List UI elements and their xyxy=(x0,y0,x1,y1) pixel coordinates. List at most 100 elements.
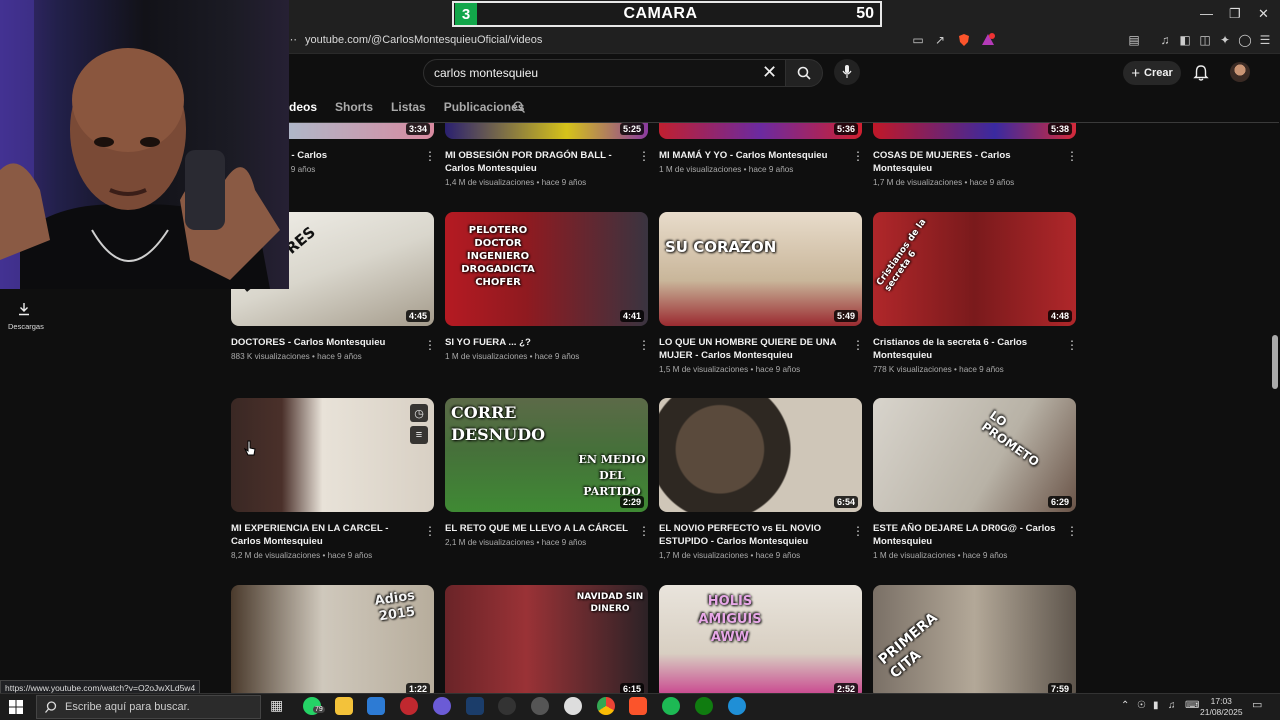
rewards-icon[interactable] xyxy=(980,32,996,48)
video-thumbnail[interactable]: 5:36 xyxy=(659,123,862,139)
search-input[interactable]: carlos montesquieu xyxy=(434,66,538,80)
channel-search-icon[interactable] xyxy=(513,101,525,113)
video-card[interactable]: Cristianos de la secreta 6 4:48 Cristian… xyxy=(873,212,1078,374)
chrome-icon[interactable] xyxy=(597,697,615,715)
vpn-icon[interactable]: ◯ xyxy=(1237,32,1253,48)
video-thumbnail[interactable]: PRIMERA CITA 7:59 xyxy=(873,585,1076,699)
more-options-icon[interactable]: ⋮ xyxy=(1066,150,1078,162)
tray-chevron-icon[interactable]: ⌃ xyxy=(1121,700,1129,711)
store-icon[interactable] xyxy=(367,697,385,715)
video-card[interactable]: LO PROMETO 6:29 ESTE AÑO DEJARE LA DR0G@… xyxy=(873,398,1078,560)
language-icon[interactable]: ⌨ xyxy=(1185,700,1199,711)
music-icon[interactable]: ♫ xyxy=(1157,32,1173,48)
video-thumbnail[interactable]: LO PROMETO 6:29 xyxy=(873,398,1076,512)
menu-icon[interactable]: ☰ xyxy=(1257,32,1273,48)
video-thumbnail[interactable]: NAVIDAD SIN DINERO 6:15 xyxy=(445,585,648,699)
windows-start-icon[interactable] xyxy=(9,700,23,714)
app-icon-g[interactable] xyxy=(498,697,516,715)
notifications-icon[interactable] xyxy=(1192,64,1210,82)
app-icon-gray[interactable] xyxy=(531,697,549,715)
video-thumbnail[interactable]: PELOTERO DOCTOR INGENIERO DROGADICTA CHO… xyxy=(445,212,648,326)
tab-videos[interactable]: deos xyxy=(289,100,317,114)
more-options-icon[interactable]: ⋮ xyxy=(638,525,650,537)
steam-icon[interactable] xyxy=(466,697,484,715)
create-button[interactable]: + Crear xyxy=(1123,61,1181,85)
volume-icon[interactable]: ♫ xyxy=(1168,700,1176,711)
video-card[interactable]: 5:36 MI MAMÁ Y YO - Carlos Montesquieu 1… xyxy=(659,123,864,174)
video-title[interactable]: MI MAMÁ Y YO - Carlos Montesquieu xyxy=(659,149,862,162)
video-thumbnail[interactable]: 5:25 xyxy=(445,123,648,139)
more-options-icon[interactable]: ⋮ xyxy=(1066,525,1078,537)
video-card[interactable]: 5:25 MI OBSESIÓN POR DRAGÓN BALL - Carlo… xyxy=(445,123,650,187)
more-options-icon[interactable]: ⋮ xyxy=(638,339,650,351)
downloads-label[interactable]: Descargas xyxy=(8,322,44,331)
file-explorer-icon[interactable] xyxy=(335,697,353,715)
url-field[interactable]: youtube.com/@CarlosMontesquieuOficial/vi… xyxy=(305,34,542,46)
video-title[interactable]: ESTE AÑO DEJARE LA DR0G@ - Carlos Montes… xyxy=(873,522,1076,548)
task-view-icon[interactable]: ▦ xyxy=(270,697,288,715)
mic-tray-icon[interactable]: ▮ xyxy=(1153,700,1159,711)
clock[interactable]: 17:03 21/08/2025 xyxy=(1200,696,1243,718)
clear-search-icon[interactable]: ✕ xyxy=(762,62,777,83)
add-to-queue-icon[interactable]: ≡ xyxy=(410,426,428,444)
restore-icon[interactable]: ❐ xyxy=(1229,6,1241,22)
video-title[interactable]: Cristianos de la secreta 6 - Carlos Mont… xyxy=(873,336,1076,362)
more-options-icon[interactable]: ⋮ xyxy=(638,150,650,162)
download-icon[interactable] xyxy=(17,302,31,316)
more-options-icon[interactable]: ⋮ xyxy=(424,339,436,351)
video-title[interactable]: MI EXPERIENCIA EN LA CARCEL - Carlos Mon… xyxy=(231,522,434,548)
app-icon-red[interactable] xyxy=(400,697,418,715)
more-options-icon[interactable]: ⋮ xyxy=(852,339,864,351)
obs-icon[interactable] xyxy=(564,697,582,715)
video-thumbnail[interactable]: Cristianos de la secreta 6 4:48 xyxy=(873,212,1076,326)
video-title[interactable]: EL NOVIO PERFECTO vs EL NOVIO ESTUPIDO -… xyxy=(659,522,862,548)
video-thumbnail[interactable]: 5:38 xyxy=(873,123,1076,139)
video-title[interactable]: COSAS DE MUJERES - Carlos Montesquieu xyxy=(873,149,1076,175)
more-options-icon[interactable]: ⋮ xyxy=(424,525,436,537)
more-options-icon[interactable]: ⋮ xyxy=(852,150,864,162)
video-card[interactable]: HOLIS AMIGUIS AWW 2:52 xyxy=(659,585,862,699)
avatar[interactable] xyxy=(1230,62,1250,82)
video-card[interactable]: PELOTERO DOCTOR INGENIERO DROGADICTA CHO… xyxy=(445,212,650,361)
taskbar-search[interactable]: Escribe aquí para buscar. xyxy=(36,695,261,719)
brave-icon[interactable] xyxy=(629,697,647,715)
video-thumbnail[interactable]: SU CORAZON 5:49 xyxy=(659,212,862,326)
video-thumbnail[interactable]: CORRE DESNUDO EN MEDIO DEL PARTIDO 2:29 xyxy=(445,398,648,512)
discord-icon[interactable] xyxy=(433,697,451,715)
video-card[interactable]: 6:54 EL NOVIO PERFECTO vs EL NOVIO ESTUP… xyxy=(659,398,864,560)
video-thumbnail[interactable]: ◷ ≡ xyxy=(231,398,434,512)
edge-icon[interactable] xyxy=(728,697,746,715)
video-title[interactable]: LO QUE UN HOMBRE QUIERE DE UNA MUJER - C… xyxy=(659,336,862,362)
video-card[interactable]: CORRE DESNUDO EN MEDIO DEL PARTIDO 2:29 … xyxy=(445,398,650,547)
network-icon[interactable]: ☉ xyxy=(1137,700,1146,711)
close-window-icon[interactable]: ✕ xyxy=(1258,6,1269,22)
scrollbar[interactable] xyxy=(1272,335,1278,389)
tab-listas[interactable]: Listas xyxy=(391,100,426,114)
wallet-icon[interactable]: ◫ xyxy=(1197,32,1213,48)
brave-shield-icon[interactable] xyxy=(956,32,972,48)
video-title[interactable]: DOCTORES - Carlos Montesquieu xyxy=(231,336,434,349)
tab-shorts[interactable]: Shorts xyxy=(335,100,373,114)
video-title[interactable]: MI OBSESIÓN POR DRAGÓN BALL - Carlos Mon… xyxy=(445,149,648,175)
more-options-icon[interactable]: ⋮ xyxy=(852,525,864,537)
sidebar-toggle-icon[interactable]: ◧ xyxy=(1177,32,1193,48)
video-thumbnail[interactable]: HOLIS AMIGUIS AWW 2:52 xyxy=(659,585,862,699)
cast-icon[interactable]: ▭ xyxy=(910,32,926,48)
voice-search-button[interactable] xyxy=(834,59,860,85)
video-card[interactable]: 5:38 COSAS DE MUJERES - Carlos Montesqui… xyxy=(873,123,1078,187)
spotify-icon[interactable] xyxy=(662,697,680,715)
video-card[interactable]: SU CORAZON 5:49 LO QUE UN HOMBRE QUIERE … xyxy=(659,212,864,374)
video-card[interactable]: NAVIDAD SIN DINERO 6:15 xyxy=(445,585,648,699)
reader-icon[interactable]: ▤ xyxy=(1126,32,1142,48)
minimize-icon[interactable]: — xyxy=(1200,6,1213,21)
share-icon[interactable]: ↗ xyxy=(932,32,948,48)
video-card[interactable]: PRIMERA CITA 7:59 xyxy=(873,585,1076,699)
video-title[interactable]: EL RETO QUE ME LLEVO A LA CÁRCEL xyxy=(445,522,648,535)
watch-later-icon[interactable]: ◷ xyxy=(410,404,428,422)
xbox-icon[interactable] xyxy=(695,697,713,715)
video-title[interactable]: SI YO FUERA ... ¿? xyxy=(445,336,648,349)
leo-ai-icon[interactable]: ✦ xyxy=(1217,32,1233,48)
search-button[interactable] xyxy=(785,59,823,87)
notification-center-icon[interactable]: ▭ xyxy=(1252,700,1262,711)
more-options-icon[interactable]: ⋮ xyxy=(1066,339,1078,351)
